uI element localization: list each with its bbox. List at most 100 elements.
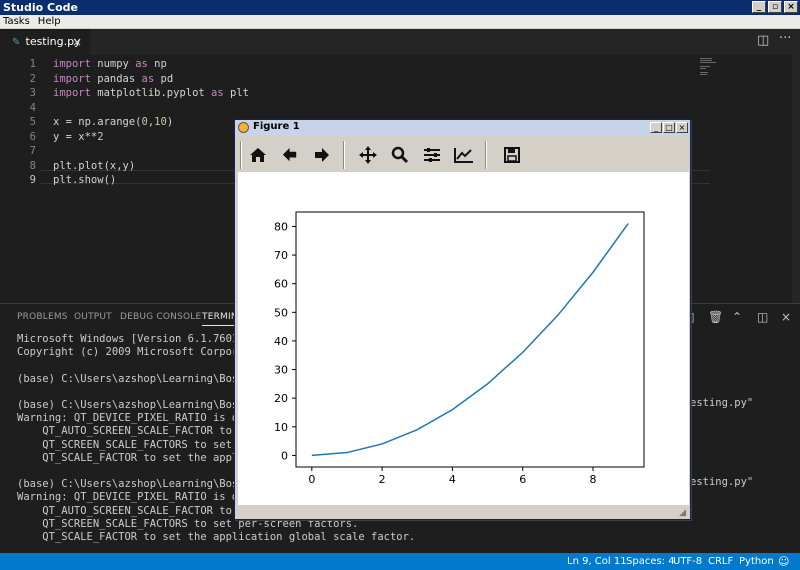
code-line[interactable]: plt.show() — [53, 174, 116, 186]
window-title: Studio Code — [3, 1, 79, 14]
edit-axis-icon[interactable] — [453, 144, 475, 166]
terminal-line: Warning: QT_DEVICE_PIXEL_RATIO is de — [17, 491, 245, 504]
code-token: np — [147, 58, 167, 70]
y-tick-label: 30 — [274, 364, 288, 377]
panel-tab-output[interactable]: OUTPUT — [74, 312, 112, 322]
x-tick-label: 6 — [519, 473, 526, 486]
line-number: 3 — [29, 87, 36, 99]
home-icon[interactable] — [247, 144, 269, 166]
configure-subplots-icon[interactable] — [421, 144, 443, 166]
code-token: as — [211, 87, 224, 99]
menu-tasks[interactable]: Tasks — [3, 15, 30, 28]
line-number: 7 — [29, 145, 36, 157]
code-line[interactable]: x = np.arange(0,10) — [53, 116, 173, 128]
code-token: as — [135, 58, 148, 70]
terminal-line: QT_SCALE_FACTOR to set the application g… — [17, 531, 416, 543]
panel-tab-debug-console[interactable]: DEBUG CONSOLE — [120, 312, 201, 322]
line-chart[interactable]: 0 2 4 6 801020304050607080 — [238, 172, 689, 505]
close-tab-icon[interactable]: × — [72, 29, 82, 55]
pan-icon[interactable] — [357, 144, 379, 166]
close-button[interactable]: × — [784, 1, 798, 13]
close-panel-icon[interactable]: × — [781, 310, 791, 324]
save-icon[interactable] — [501, 144, 523, 166]
code-token: plt.plot(x,y) — [53, 159, 136, 172]
x-tick-label: 4 — [449, 473, 456, 486]
code-token: plt — [223, 87, 249, 99]
code-token: import — [53, 87, 91, 99]
matplotlib-logo-icon — [238, 122, 249, 133]
python-file-icon: ✎ — [12, 37, 21, 48]
split-editor-icon[interactable]: ◫ — [757, 33, 769, 48]
editor-tab-testing-py[interactable]: ✎ testing.py × — [0, 29, 90, 55]
encoding-status[interactable]: UTF-8 — [673, 553, 702, 570]
line-number: 9 — [29, 174, 36, 186]
code-token: 10 — [154, 116, 167, 128]
minimap[interactable] — [700, 58, 722, 76]
code-token: numpy — [90, 58, 136, 70]
line-number: 6 — [29, 130, 36, 143]
maximize-button[interactable]: ▫ — [768, 1, 782, 13]
plot-canvas[interactable]: 0 2 4 6 8 0 10 20 30 40 50 60 70 80 — [238, 172, 689, 505]
code-token: x = np.arange( — [53, 116, 142, 128]
code-token: 2 — [97, 130, 104, 143]
line-number: 4 — [29, 101, 36, 114]
editor-scrollbar[interactable] — [792, 55, 800, 303]
code-line[interactable]: import matplotlib.pyplot as plt — [53, 87, 249, 99]
figure-window[interactable]: Figure 1 _ □ × 0 2 4 6 8 0 10 20 30 40 5… — [234, 119, 691, 520]
panel-tab-problems[interactable]: PROBLEMS — [17, 312, 68, 322]
y-tick-label: 20 — [274, 392, 288, 405]
split-terminal-icon[interactable]: ◫ — [757, 310, 768, 324]
code-line[interactable]: plt.plot(x,y) — [53, 160, 135, 172]
terminal-line: (base) C:\Users\azshop\Learning\Bost — [17, 478, 245, 491]
more-actions-icon[interactable]: ··· — [779, 31, 791, 46]
terminal-line: Microsoft Windows [Version 6.1.7601] — [17, 333, 245, 345]
figure-close-button[interactable]: × — [676, 122, 688, 133]
code-token: pd — [154, 72, 174, 85]
eol-status[interactable]: CRLF — [708, 553, 733, 570]
code-token: plt.show() — [53, 174, 117, 186]
figure-titlebar[interactable]: Figure 1 _ □ × — [235, 120, 690, 136]
x-tick-label: 2 — [379, 473, 386, 486]
maximize-panel-icon[interactable]: ⌃ — [732, 310, 742, 324]
back-arrow-icon[interactable] — [279, 144, 301, 166]
y-tick-label: 0 — [281, 449, 288, 462]
line-number: 1 — [29, 58, 36, 70]
code-token: y = x** — [53, 130, 98, 143]
figure-title: Figure 1 — [253, 121, 300, 132]
editor-tab-bar — [0, 29, 800, 55]
minimize-button[interactable]: _ — [752, 1, 766, 13]
code-token: matplotlib.pyplot — [90, 87, 212, 99]
code-token: ) — [166, 116, 174, 128]
terminal-line: (base) C:\Users\azshop\Learning\Bost — [17, 399, 245, 411]
code-token: pandas — [90, 72, 142, 85]
feedback-icon[interactable]: ☺ — [778, 553, 789, 570]
indentation-status[interactable]: Spaces: 4 — [626, 553, 675, 570]
code-line[interactable]: import pandas as pd — [53, 73, 173, 85]
code-line[interactable]: y = x**2 — [53, 131, 104, 143]
series-line — [311, 223, 629, 457]
window-titlebar[interactable]: Studio Code _ ▫ × — [0, 0, 800, 15]
line-number: 8 — [29, 159, 36, 172]
code-token: import — [53, 72, 91, 85]
cursor-position[interactable]: Ln 9, Col 11 — [567, 553, 627, 570]
figure-minimize-button[interactable]: _ — [650, 122, 662, 133]
zoom-icon[interactable] — [389, 144, 411, 166]
menu-help[interactable]: Help — [38, 15, 61, 28]
resize-grip-icon[interactable]: ◢ — [679, 508, 686, 518]
y-tick-label: 60 — [274, 278, 288, 291]
forward-arrow-icon[interactable] — [311, 144, 333, 166]
y-tick-label: 70 — [274, 249, 288, 262]
figure-maximize-button[interactable]: □ — [663, 122, 675, 133]
x-tick-label: 0 — [308, 473, 315, 486]
terminal-line: QT_SCREEN_SCALE_FACTORS to set pe — [17, 438, 251, 451]
terminal-line: (base) C:\Users\azshop\Learning\Bost — [17, 372, 245, 385]
y-tick-label: 40 — [274, 335, 288, 348]
line-number: 2 — [29, 72, 36, 85]
kill-terminal-icon[interactable]: 🗑 — [708, 310, 723, 324]
language-mode[interactable]: Python — [739, 553, 774, 570]
terminal-line: QT_SCALE_FACTOR to set the applic — [17, 451, 251, 464]
x-tick-label: 8 — [590, 473, 597, 486]
code-line[interactable]: import numpy as np — [53, 58, 167, 70]
terminal-line: QT_AUTO_SCREEN_SCALE_FACTOR to en — [17, 425, 251, 438]
y-tick-label: 10 — [274, 421, 288, 434]
